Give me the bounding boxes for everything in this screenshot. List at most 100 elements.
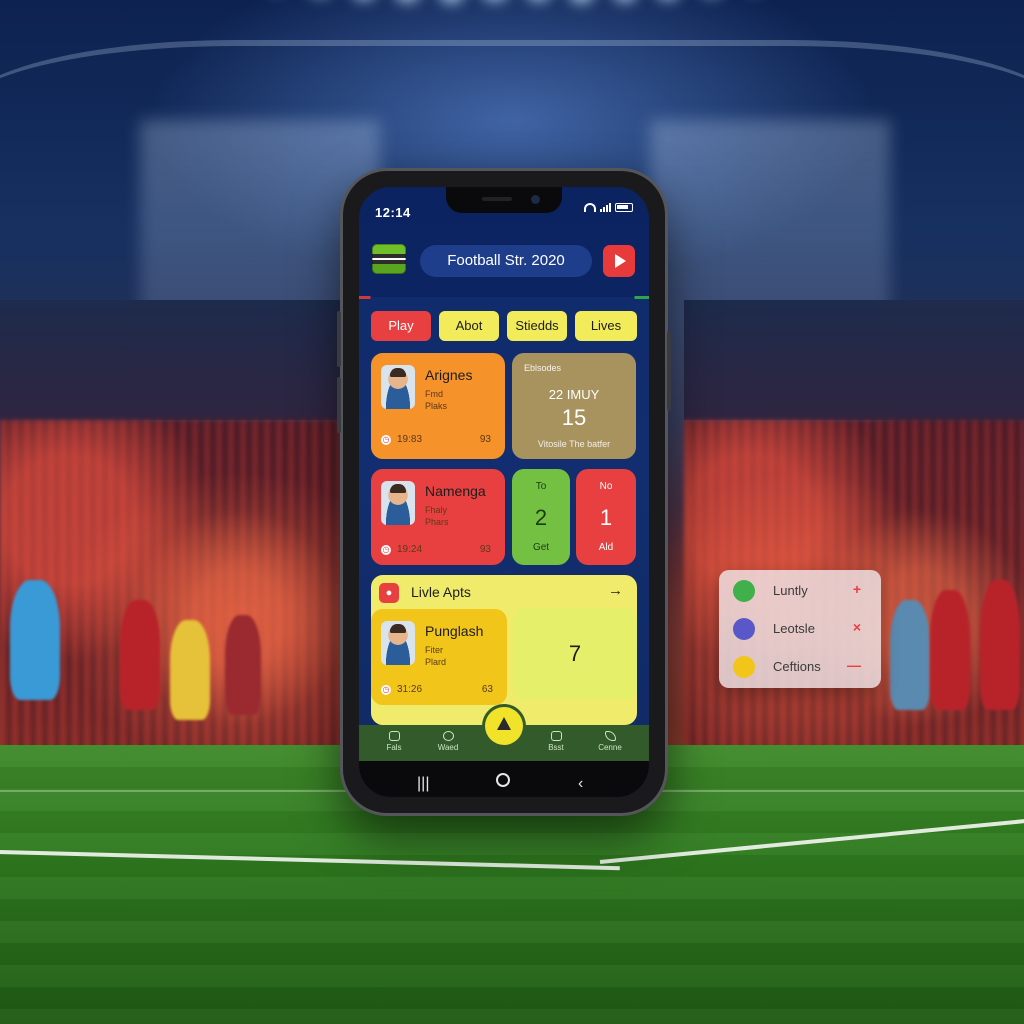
player-stat: ◷ 19:24 <box>381 544 422 555</box>
stand-left <box>0 300 340 420</box>
star-icon <box>733 656 755 678</box>
player-number: 93 <box>479 434 491 445</box>
player-detail: Fmd <box>425 389 443 399</box>
tab-play[interactable]: Play <box>371 311 431 341</box>
player-stat-value: 19:83 <box>397 434 423 445</box>
player-card-punglash[interactable]: Punglash Fiter Plard ◷ 31:26 63 <box>371 609 507 705</box>
player-stat: ◷ 31:26 <box>381 684 422 695</box>
add-icon[interactable]: + <box>853 581 861 597</box>
widget-item-label: Leotsle <box>773 621 815 636</box>
player-figure <box>120 600 160 710</box>
date-card-header: Eblsodes <box>524 363 562 373</box>
floating-options-widget: Luntly + Leotsle × Ceftions — <box>719 570 881 688</box>
widget-item-label: Luntly <box>773 583 808 598</box>
date-footer: Vitosile The batfer <box>537 439 611 449</box>
home-button-icon[interactable] <box>496 773 510 787</box>
status-time: 12:14 <box>375 205 411 220</box>
player-stat: ◷ 19:83 <box>381 434 422 445</box>
home-icon <box>388 731 400 741</box>
speaker <box>482 197 512 201</box>
signal-icon <box>600 203 611 212</box>
score-footer: Ald <box>598 542 614 553</box>
power-button <box>667 331 671 411</box>
close-icon[interactable]: × <box>853 619 861 635</box>
widget-item-luntly[interactable]: Luntly + <box>733 578 869 602</box>
player-stat-value: 31:26 <box>397 684 423 695</box>
app-screen: Football Str. 2020 Play Abot Stiedds Liv… <box>359 223 649 797</box>
player-figure <box>10 580 60 700</box>
status-icons <box>584 203 633 212</box>
volume-button <box>337 311 341 367</box>
player-detail: Phars <box>425 517 449 527</box>
score-footer: Get <box>532 542 550 553</box>
player-detail: Fiter <box>425 645 443 655</box>
battery-icon <box>615 203 633 212</box>
smartphone: 12:14 Football Str. 2020 Play Abot Stied… <box>337 171 671 813</box>
app-header: Football Str. 2020 <box>359 223 649 297</box>
nav-bsst[interactable]: Bsst <box>531 725 581 761</box>
player-name: Punglash <box>425 623 484 639</box>
center-action-button[interactable] <box>485 707 523 745</box>
score-card-away[interactable]: No 1 Ald <box>576 469 636 565</box>
chart-icon <box>604 731 616 741</box>
phone-screen: 12:14 Football Str. 2020 Play Abot Stied… <box>359 187 649 797</box>
live-icon: ● <box>379 583 399 603</box>
date-month: 22 IMUY <box>548 387 600 402</box>
player-name: Arignes <box>425 367 473 383</box>
notch <box>446 187 562 213</box>
player-figure <box>890 600 930 710</box>
player-name: Namenga <box>425 483 486 499</box>
player-detail: Fhaly <box>425 505 448 515</box>
settings-icon <box>733 618 755 640</box>
player-figure <box>980 580 1020 710</box>
wifi-icon <box>584 203 596 212</box>
widget-item-leotsle[interactable]: Leotsle × <box>733 616 869 640</box>
app-title: Football Str. 2020 <box>420 245 592 277</box>
tab-stiedds[interactable]: Stiedds <box>507 311 567 341</box>
back-icon[interactable]: ‹ <box>578 775 583 793</box>
nav-label: Waed <box>437 743 459 752</box>
phone-icon <box>733 580 755 602</box>
live-section-title: Livle Apts <box>411 584 471 600</box>
arrow-right-icon[interactable]: → <box>608 582 623 599</box>
score-value: 1 <box>599 505 613 530</box>
system-navigation-bar: ||| ‹ <box>359 761 649 797</box>
nav-label: Fals <box>386 743 402 752</box>
widget-item-ceftions[interactable]: Ceftions — <box>733 654 869 678</box>
nav-waed[interactable]: Waed <box>423 725 473 761</box>
player-figure <box>225 615 261 715</box>
bottom-navigation: Fals Waed Bsst Cenne <box>359 707 649 761</box>
match-date-card[interactable]: Eblsodes 22 IMUY 15 Vitosile The batfer <box>512 353 636 459</box>
player-card-arignes[interactable]: Arignes Fmd Plaks ◷ 19:83 93 <box>371 353 505 459</box>
camera <box>531 195 540 204</box>
player-card-namenga[interactable]: Namenga Fhaly Phars ◷ 19:24 93 <box>371 469 505 565</box>
volume-button <box>337 377 341 433</box>
remove-icon[interactable]: — <box>847 657 861 673</box>
nav-label: Cenne <box>598 743 622 752</box>
score-value: 2 <box>534 505 548 530</box>
player-detail: Plard <box>425 657 447 667</box>
live-score: 7 <box>513 608 637 700</box>
nav-cenne[interactable]: Cenne <box>585 725 635 761</box>
player-avatar <box>381 481 415 525</box>
player-avatar <box>381 365 415 409</box>
tab-bar: Play Abot Stiedds Lives <box>371 311 637 343</box>
clock-icon: ◷ <box>381 434 391 445</box>
score-label: To <box>535 481 547 492</box>
grid-icon <box>550 731 562 741</box>
flag-icon[interactable] <box>372 244 406 274</box>
chat-icon <box>442 731 454 741</box>
player-figure <box>170 620 210 720</box>
tab-lives[interactable]: Lives <box>575 311 637 341</box>
header-accent-line <box>359 296 649 299</box>
player-number: 93 <box>479 544 491 555</box>
play-video-button[interactable] <box>603 245 635 277</box>
score-card-home[interactable]: To 2 Get <box>512 469 570 565</box>
nav-fals[interactable]: Fals <box>369 725 419 761</box>
stand-right <box>684 300 1024 420</box>
player-stat-value: 19:24 <box>397 544 423 555</box>
widget-item-label: Ceftions <box>773 659 821 674</box>
player-avatar <box>381 621 415 665</box>
tab-abot[interactable]: Abot <box>439 311 499 341</box>
recent-apps-icon[interactable]: ||| <box>417 775 429 793</box>
